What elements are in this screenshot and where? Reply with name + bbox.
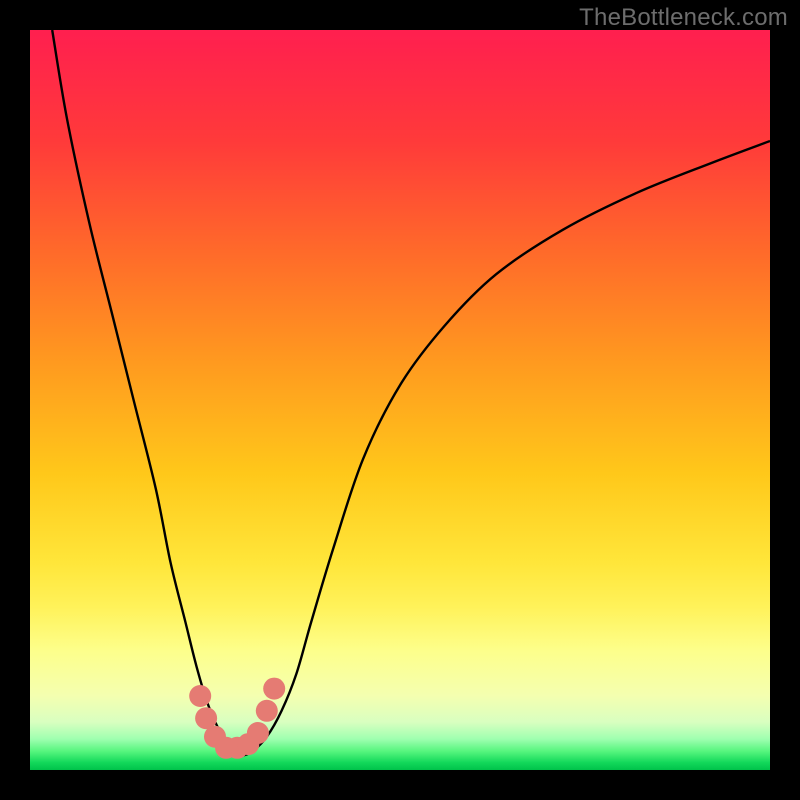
plot-area (30, 30, 770, 770)
marker-dot (247, 722, 269, 744)
marker-dot (256, 700, 278, 722)
chart-frame: TheBottleneck.com (0, 0, 800, 800)
watermark-text: TheBottleneck.com (579, 4, 788, 32)
gradient-background (30, 30, 770, 770)
bottleneck-chart (30, 30, 770, 770)
marker-dot (189, 685, 211, 707)
marker-dot (263, 678, 285, 700)
